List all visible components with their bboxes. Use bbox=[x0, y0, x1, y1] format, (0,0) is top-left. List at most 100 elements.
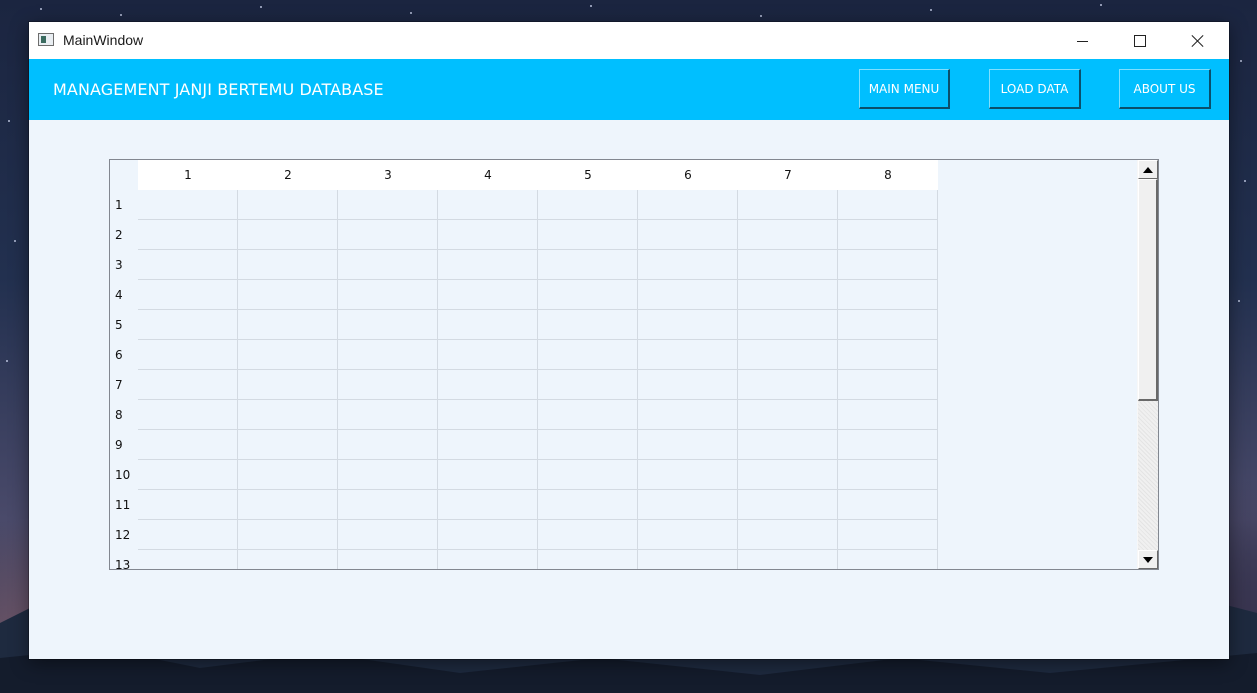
table-cell[interactable] bbox=[138, 340, 238, 370]
table-cell[interactable] bbox=[338, 460, 438, 490]
data-table[interactable]: 12345678 1 2 3 4 5 6 7 8 9 10 11 12 13 bbox=[109, 159, 1159, 570]
table-cell[interactable] bbox=[238, 460, 338, 490]
table-cell[interactable] bbox=[238, 190, 338, 220]
table-cell[interactable] bbox=[538, 430, 638, 460]
column-header[interactable]: 1 bbox=[138, 160, 238, 190]
table-cell[interactable] bbox=[538, 370, 638, 400]
table-cell[interactable] bbox=[838, 190, 938, 220]
table-cell[interactable] bbox=[338, 280, 438, 310]
row-header[interactable]: 13 bbox=[110, 550, 138, 569]
window-titlebar[interactable]: MainWindow bbox=[29, 22, 1229, 59]
table-cell[interactable] bbox=[638, 490, 738, 520]
table-cell[interactable] bbox=[638, 430, 738, 460]
table-cell[interactable] bbox=[438, 550, 538, 569]
row-header[interactable]: 9 bbox=[110, 430, 138, 460]
table-cell[interactable] bbox=[738, 460, 838, 490]
scroll-down-button[interactable] bbox=[1138, 550, 1158, 569]
table-cell[interactable] bbox=[238, 370, 338, 400]
table-cell[interactable] bbox=[438, 310, 538, 340]
column-header[interactable]: 8 bbox=[838, 160, 938, 190]
table-cell[interactable] bbox=[338, 250, 438, 280]
table-cell[interactable] bbox=[538, 340, 638, 370]
column-header[interactable]: 5 bbox=[538, 160, 638, 190]
table-cell[interactable] bbox=[838, 550, 938, 569]
table-cell[interactable] bbox=[138, 520, 238, 550]
table-cell[interactable] bbox=[738, 310, 838, 340]
table-cell[interactable] bbox=[338, 400, 438, 430]
table-cell[interactable] bbox=[438, 430, 538, 460]
table-cell[interactable] bbox=[238, 220, 338, 250]
scroll-up-button[interactable] bbox=[1138, 160, 1158, 179]
table-cell[interactable] bbox=[238, 340, 338, 370]
column-header[interactable]: 2 bbox=[238, 160, 338, 190]
table-cell[interactable] bbox=[738, 340, 838, 370]
table-cell[interactable] bbox=[638, 310, 738, 340]
table-corner-button[interactable] bbox=[110, 160, 138, 190]
table-cell[interactable] bbox=[738, 400, 838, 430]
table-cell[interactable] bbox=[138, 490, 238, 520]
table-cell[interactable] bbox=[238, 430, 338, 460]
table-cell[interactable] bbox=[438, 280, 538, 310]
vertical-scrollbar[interactable] bbox=[1137, 160, 1158, 569]
table-cell[interactable] bbox=[638, 460, 738, 490]
table-cell[interactable] bbox=[638, 370, 738, 400]
table-cell[interactable] bbox=[538, 280, 638, 310]
close-button[interactable] bbox=[1169, 22, 1227, 59]
table-cell[interactable] bbox=[738, 490, 838, 520]
table-cell[interactable] bbox=[538, 400, 638, 430]
table-cell[interactable] bbox=[238, 550, 338, 569]
table-cell[interactable] bbox=[638, 250, 738, 280]
table-cell[interactable] bbox=[238, 520, 338, 550]
load-data-button[interactable]: LOAD DATA bbox=[989, 69, 1081, 109]
column-header[interactable]: 7 bbox=[738, 160, 838, 190]
row-header[interactable]: 8 bbox=[110, 400, 138, 430]
column-header[interactable]: 4 bbox=[438, 160, 538, 190]
table-cell[interactable] bbox=[438, 370, 538, 400]
table-cell[interactable] bbox=[338, 340, 438, 370]
table-cell[interactable] bbox=[138, 280, 238, 310]
table-cell[interactable] bbox=[738, 550, 838, 569]
maximize-button[interactable] bbox=[1111, 22, 1169, 59]
table-cell[interactable] bbox=[838, 280, 938, 310]
minimize-button[interactable] bbox=[1053, 22, 1111, 59]
table-cell[interactable] bbox=[538, 490, 638, 520]
table-cell[interactable] bbox=[338, 520, 438, 550]
table-cell[interactable] bbox=[738, 430, 838, 460]
table-cell[interactable] bbox=[838, 520, 938, 550]
table-cell[interactable] bbox=[238, 280, 338, 310]
table-cell[interactable] bbox=[338, 370, 438, 400]
table-cell[interactable] bbox=[338, 190, 438, 220]
table-cell[interactable] bbox=[538, 460, 638, 490]
table-cell[interactable] bbox=[538, 520, 638, 550]
table-cell[interactable] bbox=[238, 400, 338, 430]
table-cell[interactable] bbox=[638, 550, 738, 569]
table-cell[interactable] bbox=[738, 190, 838, 220]
table-cell[interactable] bbox=[338, 550, 438, 569]
table-cell[interactable] bbox=[438, 490, 538, 520]
main-menu-button[interactable]: MAIN MENU bbox=[859, 69, 950, 109]
table-cell[interactable] bbox=[438, 460, 538, 490]
table-cell[interactable] bbox=[638, 400, 738, 430]
table-cell[interactable] bbox=[738, 220, 838, 250]
row-header[interactable]: 6 bbox=[110, 340, 138, 370]
row-header[interactable]: 5 bbox=[110, 310, 138, 340]
scrollbar-thumb[interactable] bbox=[1138, 179, 1158, 401]
row-header[interactable]: 12 bbox=[110, 520, 138, 550]
table-cell[interactable] bbox=[138, 400, 238, 430]
row-header[interactable]: 7 bbox=[110, 370, 138, 400]
table-cell[interactable] bbox=[138, 310, 238, 340]
table-cell[interactable] bbox=[138, 190, 238, 220]
table-cell[interactable] bbox=[638, 190, 738, 220]
table-cell[interactable] bbox=[638, 340, 738, 370]
table-cell[interactable] bbox=[838, 310, 938, 340]
table-cell[interactable] bbox=[538, 190, 638, 220]
table-cell[interactable] bbox=[738, 280, 838, 310]
table-cell[interactable] bbox=[338, 220, 438, 250]
table-cell[interactable] bbox=[538, 550, 638, 569]
table-cell[interactable] bbox=[138, 220, 238, 250]
column-header[interactable]: 6 bbox=[638, 160, 738, 190]
table-cell[interactable] bbox=[838, 370, 938, 400]
table-cell[interactable] bbox=[838, 250, 938, 280]
table-cell[interactable] bbox=[838, 400, 938, 430]
table-cell[interactable] bbox=[538, 250, 638, 280]
